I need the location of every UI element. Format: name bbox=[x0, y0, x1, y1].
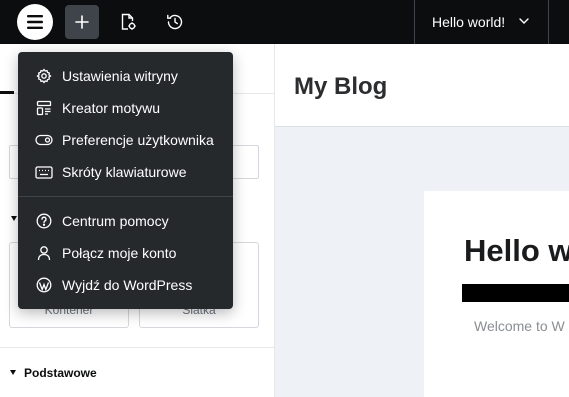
menu-item-theme-builder[interactable]: Kreator motywu bbox=[18, 92, 233, 124]
menu-item-label: Centrum pomocy bbox=[62, 213, 169, 229]
theme-builder-icon bbox=[18, 100, 62, 116]
hamburger-icon bbox=[27, 15, 43, 29]
caret-down-icon[interactable] bbox=[10, 370, 16, 375]
help-circle-icon bbox=[18, 213, 62, 229]
main-menu-dropdown: Ustawienia witryny Kreator motywu Prefer… bbox=[18, 52, 233, 309]
document-title-dropdown[interactable]: Hello world! bbox=[415, 0, 548, 44]
panel-separator bbox=[0, 347, 274, 348]
user-icon bbox=[18, 245, 62, 261]
menu-item-label: Preferencje użytkownika bbox=[62, 132, 214, 148]
menu-item-exit-to-wordpress[interactable]: Wyjdź do WordPress bbox=[18, 269, 233, 301]
wordpress-icon bbox=[18, 277, 62, 293]
site-header[interactable]: My Blog bbox=[275, 44, 569, 127]
category-title[interactable]: Podstawowe bbox=[24, 366, 97, 380]
menu-item-label: Wyjdź do WordPress bbox=[62, 277, 193, 293]
post-excerpt: Welcome to W bbox=[474, 318, 565, 334]
menu-item-help-center[interactable]: Centrum pomocy bbox=[18, 205, 233, 237]
post-card[interactable]: Hello w Welcome to W bbox=[424, 191, 569, 397]
document-title: Hello world! bbox=[432, 14, 506, 30]
add-element-button[interactable] bbox=[65, 5, 99, 39]
menu-item-connect-account[interactable]: Połącz moje konto bbox=[18, 237, 233, 269]
keyboard-icon bbox=[18, 165, 62, 179]
history-icon bbox=[167, 14, 183, 30]
editor-canvas[interactable]: My Blog Hello w Welcome to W bbox=[275, 44, 569, 397]
toggle-icon bbox=[18, 134, 62, 146]
main-menu-button[interactable] bbox=[17, 4, 53, 40]
menu-item-user-preferences[interactable]: Preferencje użytkownika bbox=[18, 124, 233, 156]
panel-tab-active-indicator bbox=[0, 91, 14, 94]
menu-divider bbox=[18, 196, 233, 197]
menu-item-label: Skróty klawiaturowe bbox=[62, 164, 187, 180]
plus-icon bbox=[75, 15, 89, 29]
page-settings-icon bbox=[121, 13, 136, 30]
gear-icon bbox=[18, 68, 62, 84]
post-black-bar bbox=[462, 284, 569, 302]
menu-item-label: Połącz moje konto bbox=[62, 245, 177, 261]
menu-item-label: Ustawienia witryny bbox=[62, 68, 178, 84]
editor-top-bar: Hello world! bbox=[0, 0, 569, 44]
menu-item-site-settings[interactable]: Ustawienia witryny bbox=[18, 60, 233, 92]
site-title[interactable]: My Blog bbox=[294, 73, 387, 101]
menu-item-keyboard-shortcuts[interactable]: Skróty klawiaturowe bbox=[18, 156, 233, 188]
page-settings-button[interactable] bbox=[114, 5, 142, 39]
history-button[interactable] bbox=[161, 5, 189, 39]
post-title[interactable]: Hello w bbox=[464, 233, 569, 269]
menu-item-label: Kreator motywu bbox=[62, 100, 161, 116]
chevron-down-icon bbox=[519, 18, 529, 24]
caret-down-icon[interactable] bbox=[11, 216, 17, 221]
top-bar-divider bbox=[548, 0, 549, 44]
